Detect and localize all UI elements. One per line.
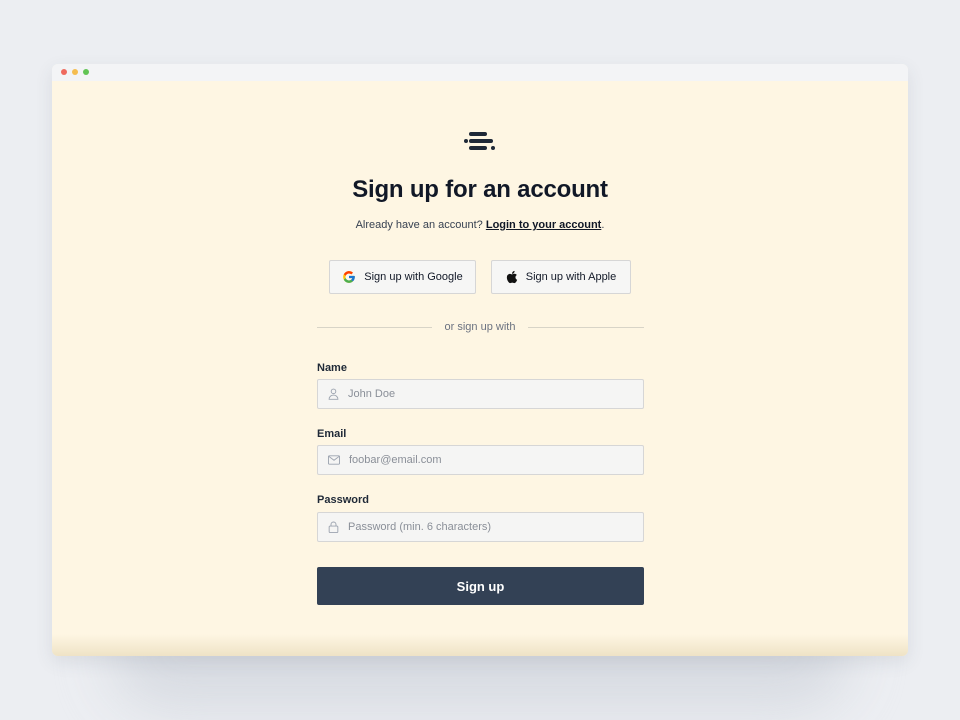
google-signup-label: Sign up with Google — [364, 271, 463, 283]
divider-line-left — [317, 327, 432, 328]
login-prompt-suffix: . — [601, 219, 605, 231]
divider-text: or sign up with — [444, 321, 516, 333]
name-field[interactable] — [317, 379, 644, 409]
password-field[interactable] — [317, 512, 644, 542]
login-prompt: Already have an account? Login to your a… — [52, 219, 908, 231]
browser-window: Sign up for an account Already have an a… — [52, 64, 908, 656]
google-signup-button[interactable]: Sign up with Google — [329, 260, 476, 294]
mail-icon — [328, 455, 340, 465]
close-window-button[interactable] — [61, 69, 67, 75]
password-input[interactable] — [348, 521, 628, 533]
apple-icon — [506, 270, 517, 284]
page-title: Sign up for an account — [352, 176, 608, 203]
signup-page: Sign up for an account Already have an a… — [52, 81, 908, 656]
email-field[interactable] — [317, 445, 644, 475]
password-label: Password — [317, 494, 369, 506]
window-titlebar — [52, 64, 908, 81]
login-prompt-text: Already have an account? — [355, 219, 483, 231]
lock-icon — [328, 521, 339, 533]
signup-submit-button[interactable]: Sign up — [317, 567, 644, 605]
apple-signup-label: Sign up with Apple — [525, 271, 617, 283]
window-bottom-edge — [52, 634, 908, 656]
stacked-bars-logo-icon — [463, 131, 497, 157]
divider-line-right — [528, 327, 644, 328]
login-link[interactable]: Login to your account — [486, 219, 602, 231]
google-icon — [343, 271, 356, 283]
maximize-window-button[interactable] — [83, 69, 89, 75]
name-input[interactable] — [348, 388, 628, 400]
minimize-window-button[interactable] — [72, 69, 78, 75]
apple-signup-button[interactable]: Sign up with Apple — [491, 260, 631, 294]
user-icon — [328, 388, 339, 400]
name-label: Name — [317, 362, 347, 374]
email-input[interactable] — [349, 454, 629, 466]
email-label: Email — [317, 428, 347, 440]
